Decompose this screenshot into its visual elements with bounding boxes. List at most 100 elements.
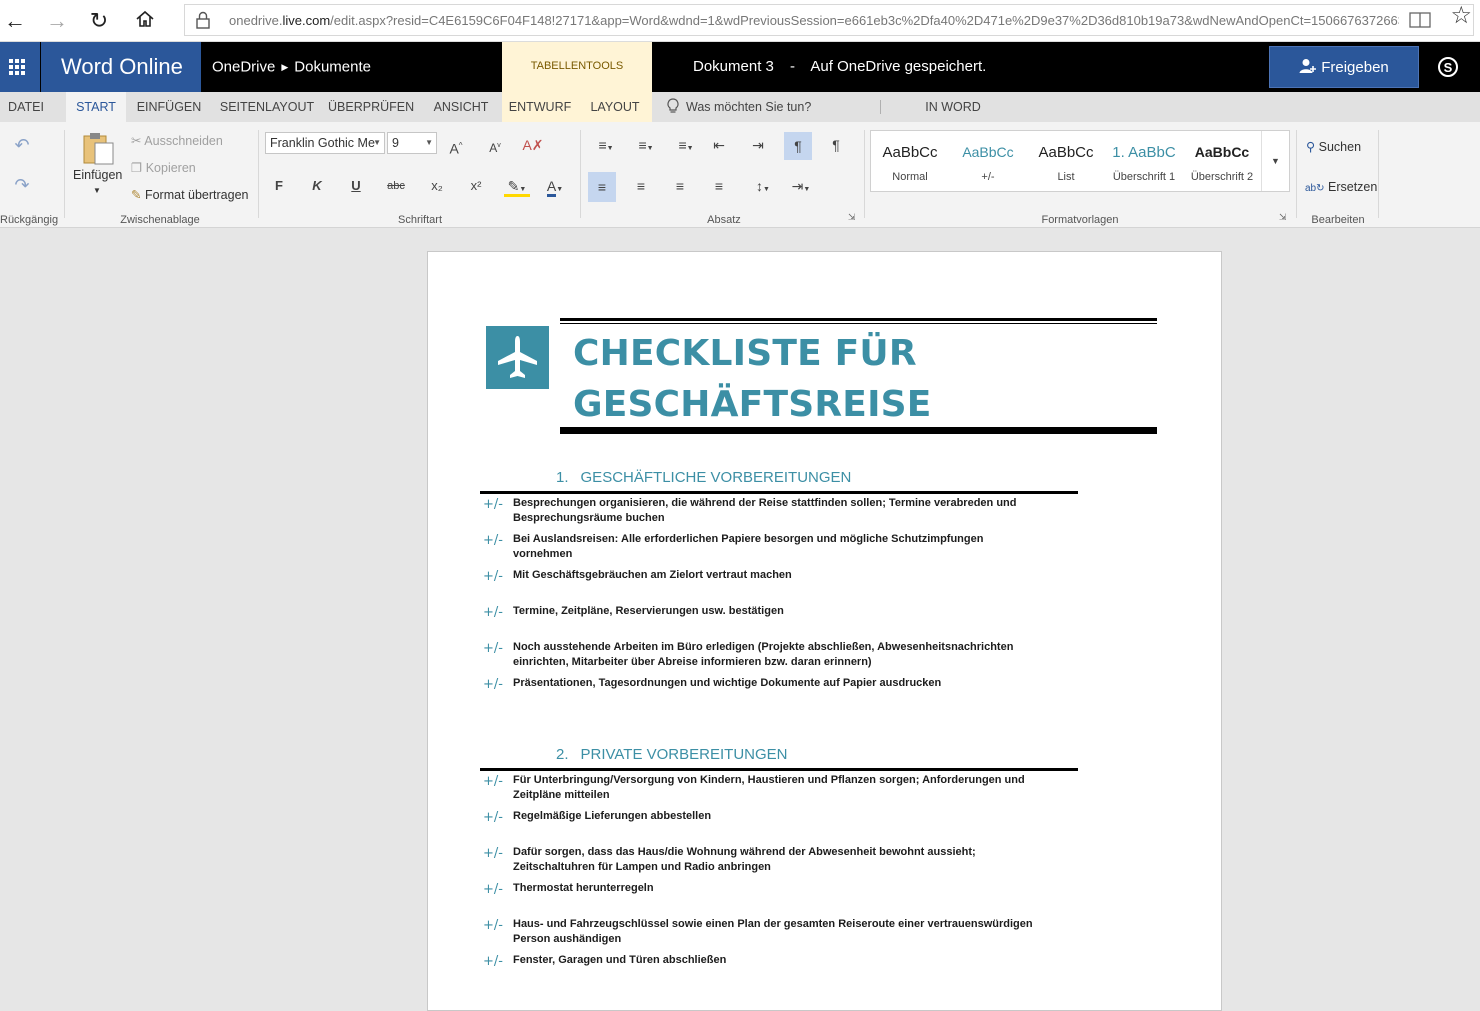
numbering-icon[interactable]: ≡▼ — [630, 134, 662, 156]
styles-gallery: AaBbCc Normal AaBbCc +/- AaBbCc List 1. … — [870, 130, 1290, 192]
grow-font-icon[interactable]: A^ — [445, 135, 467, 157]
copy-icon: ❐ — [131, 161, 143, 175]
home-icon[interactable] — [132, 9, 158, 35]
decrease-indent-icon[interactable]: ⇤ — [708, 134, 730, 156]
add-person-icon — [1299, 59, 1317, 73]
back-arrow-icon[interactable]: ← — [2, 8, 28, 34]
tab-page-layout[interactable]: SEITENLAYOUT — [218, 92, 316, 122]
group-label-font: Schriftart — [397, 214, 442, 226]
ribbon: ↶ ↷ Rückgängig Einfügen ▼ ✂ Ausschneiden… — [0, 122, 1480, 228]
style-heading-1[interactable]: 1. AaBbC Überschrift 1 — [1105, 131, 1183, 191]
title-separator: - — [790, 58, 796, 75]
style-heading-2[interactable]: AaBbCc Überschrift 2 — [1183, 131, 1261, 191]
title-bottom-rule — [560, 427, 1157, 434]
clear-formatting-icon[interactable]: A✗ — [522, 134, 544, 156]
redo-icon[interactable]: ↷ — [11, 174, 33, 196]
paste-button[interactable]: Einfügen ▼ — [72, 128, 122, 200]
group-label-clipboard: Zwischenablage — [120, 214, 200, 226]
highlight-color-icon[interactable]: ✎▼ — [504, 175, 530, 197]
breadcrumb: OneDrive ▶ Dokumente — [212, 58, 371, 76]
replace-button[interactable]: ab↻ Ersetzen — [1305, 180, 1377, 194]
paragraph-dialog-launcher-icon[interactable]: ⇲ — [848, 212, 856, 223]
format-painter-button[interactable]: ✎ Format übertragen — [131, 187, 249, 202]
airplane-icon — [486, 326, 549, 389]
document-title-heading[interactable]: CHECKLISTE FÜR GESCHÄFTSREISE — [573, 328, 932, 430]
group-divider — [64, 130, 65, 218]
forward-arrow-icon[interactable]: → — [44, 8, 70, 34]
save-status: Auf OneDrive gespeichert. — [810, 58, 987, 75]
bullets-icon[interactable]: ≡▼ — [590, 134, 622, 156]
cut-button[interactable]: ✂ Ausschneiden — [131, 133, 223, 148]
breadcrumb-documents[interactable]: Dokumente — [294, 59, 371, 76]
copy-button[interactable]: ❐ Kopieren — [131, 160, 196, 175]
tab-review[interactable]: ÜBERPRÜFEN — [328, 92, 414, 122]
section-heading[interactable]: 1. GESCHÄFTLICHE VORBEREITUNGEN — [556, 469, 851, 486]
scissors-icon: ✂ — [131, 134, 142, 148]
search-icon: ⚲ — [1306, 140, 1316, 154]
title-line-2: GESCHÄFTSREISE — [573, 384, 932, 425]
document-title[interactable]: Dokument 3 — [693, 58, 774, 75]
superscript-button[interactable]: x² — [465, 175, 487, 197]
tab-start[interactable]: START — [66, 92, 126, 122]
style-plus-minus[interactable]: AaBbCc +/- — [949, 131, 1027, 191]
line-spacing-icon[interactable]: ↕▼ — [748, 175, 778, 197]
tab-layout[interactable]: LAYOUT — [578, 92, 652, 122]
paste-dropdown-icon[interactable]: ▼ — [93, 186, 101, 195]
app-launcher-icon[interactable] — [0, 42, 40, 92]
ltr-direction-icon[interactable]: ¶ — [784, 132, 812, 160]
style-list[interactable]: AaBbCc List — [1027, 131, 1105, 191]
title-line-1: CHECKLISTE FÜR — [573, 333, 917, 374]
tab-file[interactable]: DATEI — [0, 92, 52, 122]
section-rule — [480, 768, 1078, 771]
favorite-star-icon[interactable]: ☆ — [1450, 1, 1472, 30]
underline-button[interactable]: U — [345, 175, 367, 197]
breadcrumb-onedrive[interactable]: OneDrive — [212, 59, 275, 76]
app-brand[interactable]: Word Online — [41, 42, 201, 92]
tab-edit-in-word[interactable]: IN WORD BEARBEITEN — [888, 92, 1018, 144]
align-center-icon[interactable]: ≡ — [630, 175, 652, 197]
align-right-icon[interactable]: ≡ — [669, 175, 691, 197]
increase-indent-icon[interactable]: ⇥ — [747, 134, 769, 156]
tell-me-label: Was möchten Sie tun? — [686, 100, 812, 114]
section-rule — [480, 491, 1078, 494]
tab-insert[interactable]: EINFÜGEN — [134, 92, 204, 122]
svg-text:S: S — [1444, 60, 1453, 75]
bold-button[interactable]: F — [268, 175, 290, 197]
skype-icon[interactable]: S — [1428, 42, 1468, 92]
undo-icon[interactable]: ↶ — [11, 134, 33, 156]
justify-icon[interactable]: ≡ — [708, 175, 730, 197]
group-label-styles: Formatvorlagen — [1041, 214, 1119, 226]
font-size-select[interactable]: 9 ▼ — [387, 132, 437, 154]
format-painter-label: Format übertragen — [144, 188, 249, 202]
multilevel-list-icon[interactable]: ≡▼ — [670, 134, 702, 156]
strikethrough-button[interactable]: abc — [385, 175, 407, 197]
font-name-select[interactable]: Franklin Gothic Me ▼ — [265, 132, 385, 154]
italic-button[interactable]: K — [306, 175, 328, 197]
chevron-down-icon: ▼ — [373, 138, 381, 147]
tab-design[interactable]: ENTWURF — [502, 92, 578, 122]
refresh-icon[interactable]: ↻ — [86, 8, 112, 34]
lightbulb-icon — [667, 98, 679, 113]
replace-icon: ab↻ — [1305, 183, 1325, 194]
address-bar[interactable]: onedrive.live.com/edit.aspx?resid=C4E615… — [184, 4, 1474, 36]
document-page[interactable]: CHECKLISTE FÜR GESCHÄFTSREISE 1. GESCHÄFT… — [427, 251, 1222, 1011]
group-divider — [580, 130, 581, 218]
shrink-font-icon[interactable]: Av — [484, 135, 506, 157]
font-color-icon[interactable]: A▼ — [542, 175, 568, 197]
paste-label: Einfügen — [73, 168, 123, 182]
find-button[interactable]: ⚲ Suchen — [1306, 139, 1361, 154]
group-label-paragraph: Absatz — [707, 214, 741, 226]
tell-me-search[interactable]: Was möchten Sie tun? — [666, 92, 811, 122]
group-divider — [864, 130, 865, 218]
styles-dialog-launcher-icon[interactable]: ⇲ — [1279, 212, 1287, 223]
share-button[interactable]: Freigeben — [1269, 46, 1419, 88]
section-heading[interactable]: 2. PRIVATE VORBEREITUNGEN — [556, 746, 788, 763]
subscript-button[interactable]: x₂ — [426, 175, 448, 197]
styles-more-icon[interactable]: ▼ — [1261, 131, 1289, 191]
rtl-direction-icon[interactable]: ¶ — [825, 134, 847, 156]
tab-view[interactable]: ANSICHT — [428, 92, 494, 122]
style-normal[interactable]: AaBbCc Normal — [871, 131, 949, 191]
align-left-icon[interactable]: ≡ — [588, 172, 616, 202]
reading-view-icon[interactable] — [1409, 11, 1431, 34]
paragraph-spacing-icon[interactable]: ⇥▼ — [786, 175, 816, 197]
